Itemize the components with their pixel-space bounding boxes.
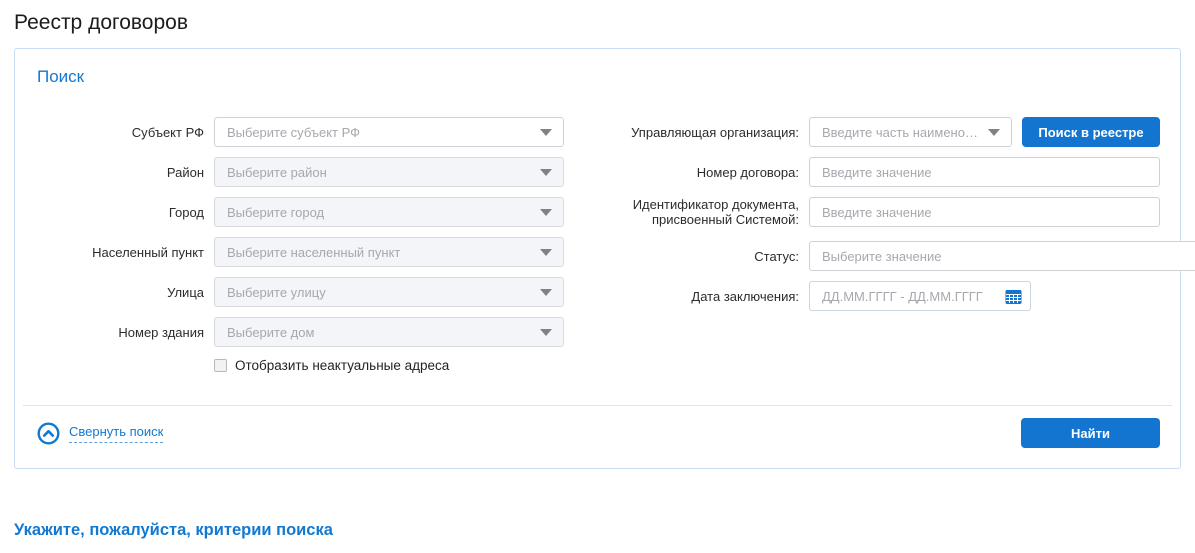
street-label: Улица — [35, 285, 204, 300]
city-placeholder: Выберите город — [227, 205, 324, 220]
address-column: Субъект РФ Выберите субъект РФ Район Выб… — [35, 117, 564, 373]
conclusion-date-input[interactable]: ДД.ММ.ГГГГ - ДД.ММ.ГГГГ — [809, 281, 1031, 311]
form-row-managing-org: Управляющая организация: Введите часть н… — [619, 117, 1160, 147]
chevron-up-circle-icon[interactable] — [37, 422, 60, 445]
street-placeholder: Выберите улицу — [227, 285, 326, 300]
form-row-settlement: Населенный пункт Выберите населенный пун… — [35, 237, 564, 267]
search-form: Субъект РФ Выберите субъект РФ Район Выб… — [35, 117, 1160, 373]
form-row-status: Статус: Выберите значение — [619, 241, 1160, 271]
subject-rf-label: Субъект РФ — [35, 125, 204, 140]
managing-org-placeholder: Введите часть наименова... — [822, 125, 981, 140]
chevron-down-icon — [540, 129, 552, 136]
managing-org-label: Управляющая организация: — [619, 125, 799, 140]
find-button[interactable]: Найти — [1021, 418, 1160, 448]
form-row-street: Улица Выберите улицу — [35, 277, 564, 307]
page-title: Реестр договоров — [14, 10, 1181, 36]
calendar-icon[interactable] — [1005, 288, 1022, 305]
building-number-placeholder: Выберите дом — [227, 325, 314, 340]
district-dropdown[interactable]: Выберите район — [214, 157, 564, 187]
form-row-building-number: Номер здания Выберите дом — [35, 317, 564, 347]
settlement-dropdown[interactable]: Выберите населенный пункт — [214, 237, 564, 267]
form-row-subject-rf: Субъект РФ Выберите субъект РФ — [35, 117, 564, 147]
criteria-column: Управляющая организация: Введите часть н… — [619, 117, 1160, 321]
form-row-district: Район Выберите район — [35, 157, 564, 187]
chevron-down-icon — [540, 289, 552, 296]
empty-state-message: Укажите, пожалуйста, критерии поиска — [14, 521, 1181, 540]
building-number-dropdown[interactable]: Выберите дом — [214, 317, 564, 347]
conclusion-date-placeholder: ДД.ММ.ГГГГ - ДД.ММ.ГГГГ — [822, 289, 983, 304]
street-dropdown[interactable]: Выберите улицу — [214, 277, 564, 307]
district-placeholder: Выберите район — [227, 165, 327, 180]
chevron-down-icon — [540, 329, 552, 336]
show-inactive-addresses-label: Отобразить неактуальные адреса — [235, 358, 449, 373]
document-id-label: Идентификатор документа, присвоенный Сис… — [619, 197, 799, 227]
settlement-placeholder: Выберите населенный пункт — [227, 245, 400, 260]
city-label: Город — [35, 205, 204, 220]
inactive-addresses-row: Отобразить неактуальные адреса — [214, 357, 564, 373]
status-placeholder: Выберите значение — [822, 249, 941, 264]
building-number-label: Номер здания — [35, 325, 204, 340]
registry-search-button[interactable]: Поиск в реестре — [1022, 117, 1160, 147]
conclusion-date-label: Дата заключения: — [619, 289, 799, 304]
chevron-down-icon — [540, 209, 552, 216]
subject-rf-dropdown[interactable]: Выберите субъект РФ — [214, 117, 564, 147]
collapse-search-link[interactable]: Свернуть поиск — [37, 422, 163, 445]
collapse-search-label: Свернуть поиск — [69, 424, 163, 443]
chevron-down-icon — [988, 129, 1000, 136]
status-dropdown[interactable]: Выберите значение — [809, 241, 1195, 271]
chevron-down-icon — [540, 169, 552, 176]
form-row-conclusion-date: Дата заключения: ДД.ММ.ГГГГ - ДД.ММ.ГГГГ — [619, 281, 1160, 311]
subject-rf-placeholder: Выберите субъект РФ — [227, 125, 360, 140]
city-dropdown[interactable]: Выберите город — [214, 197, 564, 227]
district-label: Район — [35, 165, 204, 180]
document-id-input[interactable] — [809, 197, 1160, 227]
search-panel: Поиск Субъект РФ Выберите субъект РФ Рай… — [14, 48, 1181, 469]
contract-number-input[interactable] — [809, 157, 1160, 187]
panel-title: Поиск — [35, 67, 1160, 87]
panel-footer: Свернуть поиск Найти — [35, 406, 1160, 458]
show-inactive-addresses-checkbox[interactable] — [214, 359, 227, 372]
page: { "page": { "title": "Реестр договоров",… — [0, 0, 1195, 553]
settlement-label: Населенный пункт — [35, 245, 204, 260]
form-row-city: Город Выберите город — [35, 197, 564, 227]
form-row-contract-number: Номер договора: — [619, 157, 1160, 187]
managing-org-field-area: Введите часть наименова... Поиск в реест… — [809, 117, 1160, 147]
form-row-document-id: Идентификатор документа, присвоенный Сис… — [619, 197, 1160, 227]
contract-number-label: Номер договора: — [619, 165, 799, 180]
status-label: Статус: — [619, 249, 799, 264]
managing-org-combobox[interactable]: Введите часть наименова... — [809, 117, 1012, 147]
chevron-down-icon — [540, 249, 552, 256]
